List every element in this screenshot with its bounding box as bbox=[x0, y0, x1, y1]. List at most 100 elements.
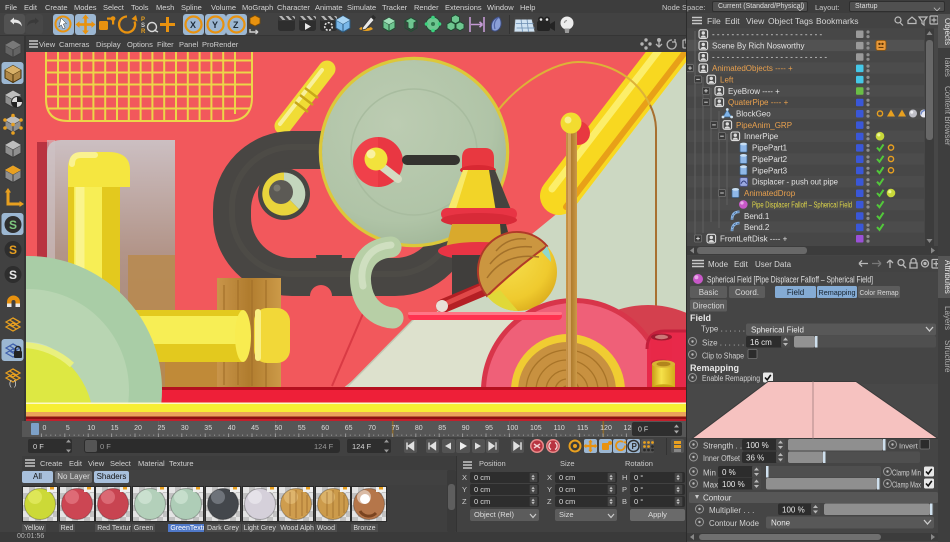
svg-text:InnerPipe: InnerPipe bbox=[744, 132, 779, 141]
svg-text:0 F: 0 F bbox=[638, 427, 648, 434]
svg-text:AnimatedDrop: AnimatedDrop bbox=[744, 189, 796, 198]
svg-text:124 F: 124 F bbox=[352, 442, 372, 451]
svg-text:- - - - - - - - - - - - - - -: - - - - - - - - - - - - - - - - - - - - … bbox=[712, 53, 827, 62]
svg-text:File: File bbox=[707, 16, 721, 26]
svg-text:PipePart1: PipePart1 bbox=[752, 144, 788, 153]
svg-text:S: S bbox=[9, 218, 17, 232]
svg-text:Objects: Objects bbox=[943, 18, 950, 45]
svg-text:Size . . . . . . . .: Size . . . . . . . . bbox=[702, 339, 753, 348]
svg-text:Mode: Mode bbox=[708, 260, 729, 269]
svg-text:Bookmarks: Bookmarks bbox=[816, 16, 859, 26]
svg-text:EyeBrow ---- +: EyeBrow ---- + bbox=[728, 87, 780, 96]
svg-text:85: 85 bbox=[438, 425, 446, 432]
svg-text:Contour Mode: Contour Mode bbox=[709, 519, 760, 528]
svg-text:- - - - - - - - - - - - - - -: - - - - - - - - - - - - - - - - - - - - … bbox=[712, 30, 823, 39]
svg-text:Clip to Shape: Clip to Shape bbox=[702, 352, 744, 361]
svg-text:115: 115 bbox=[577, 425, 588, 432]
svg-text:100 %: 100 % bbox=[782, 506, 805, 515]
svg-text:PipePart2: PipePart2 bbox=[752, 155, 788, 164]
svg-text:100 %: 100 % bbox=[722, 480, 745, 489]
svg-text:Spherical Field [Pipe Displace: Spherical Field [Pipe Displacer Falloff … bbox=[707, 275, 873, 285]
svg-text:100 %: 100 % bbox=[746, 441, 769, 450]
svg-text:FrontLeftDisk ---- +: FrontLeftDisk ---- + bbox=[720, 235, 788, 244]
svg-text:QuaterPipe ---- +: QuaterPipe ---- + bbox=[728, 98, 789, 107]
svg-text:95: 95 bbox=[485, 425, 493, 432]
svg-text:BlockGeo: BlockGeo bbox=[736, 110, 771, 119]
svg-text:0: 0 bbox=[42, 425, 46, 432]
svg-text:Edit: Edit bbox=[734, 260, 749, 269]
svg-text:Contour: Contour bbox=[703, 494, 732, 503]
svg-text:Remapping: Remapping bbox=[819, 288, 856, 297]
svg-text:Direction: Direction bbox=[693, 302, 725, 311]
svg-text:45: 45 bbox=[251, 425, 259, 432]
svg-text:0 F: 0 F bbox=[100, 442, 111, 451]
svg-text:90: 90 bbox=[462, 425, 470, 432]
svg-text:Min: Min bbox=[703, 469, 716, 478]
svg-text:Coord.: Coord. bbox=[735, 288, 759, 297]
svg-text:Color Remap: Color Remap bbox=[860, 288, 899, 297]
svg-text:Object: Object bbox=[768, 16, 793, 26]
svg-text:124 F: 124 F bbox=[314, 442, 334, 451]
svg-text:65: 65 bbox=[345, 425, 353, 432]
svg-text:Remapping: Remapping bbox=[690, 363, 739, 373]
svg-text:35: 35 bbox=[204, 425, 212, 432]
svg-text:( ): ( ) bbox=[9, 379, 17, 388]
svg-text:Type . . . . . . .: Type . . . . . . . bbox=[701, 325, 749, 334]
svg-text:Pipe Displacer Falloff – Spher: Pipe Displacer Falloff – Spherical Field bbox=[752, 200, 852, 209]
svg-text:50: 50 bbox=[275, 425, 283, 432]
svg-text:S: S bbox=[9, 243, 17, 257]
svg-text:Field: Field bbox=[787, 288, 804, 297]
svg-text:5: 5 bbox=[66, 425, 70, 432]
svg-text:Layers: Layers bbox=[943, 306, 950, 330]
svg-text:Content Browser: Content Browser bbox=[943, 86, 950, 146]
svg-text:100: 100 bbox=[507, 425, 519, 432]
svg-text:40: 40 bbox=[228, 425, 236, 432]
svg-text:Bend.2: Bend.2 bbox=[744, 223, 770, 232]
svg-text:0 %: 0 % bbox=[722, 468, 736, 477]
svg-text:15: 15 bbox=[111, 425, 119, 432]
svg-text:R: R bbox=[141, 29, 146, 35]
svg-text:Strength . .: Strength . . bbox=[703, 442, 742, 451]
svg-text:Clamp Max: Clamp Max bbox=[892, 481, 921, 490]
svg-text:Basic: Basic bbox=[699, 288, 719, 297]
svg-text:View: View bbox=[746, 16, 765, 26]
svg-text:Scene By Rich Nosworthy: Scene By Rich Nosworthy bbox=[712, 41, 804, 50]
svg-text:Bend.1: Bend.1 bbox=[744, 212, 770, 221]
svg-text:Tags: Tags bbox=[795, 16, 813, 26]
svg-text:PipePart3: PipePart3 bbox=[752, 166, 788, 175]
svg-text:105: 105 bbox=[530, 425, 542, 432]
svg-text:Attributes: Attributes bbox=[943, 260, 950, 294]
svg-text:Z: Z bbox=[233, 20, 239, 30]
svg-text:PipeAnim_GRP: PipeAnim_GRP bbox=[736, 121, 792, 130]
svg-text:Field: Field bbox=[690, 313, 711, 323]
svg-text:16 cm: 16 cm bbox=[750, 338, 772, 347]
svg-text:Left: Left bbox=[720, 75, 734, 84]
svg-text:Enable Remapping: Enable Remapping bbox=[702, 374, 760, 383]
svg-text:AnimatedObjects ---- +: AnimatedObjects ---- + bbox=[712, 64, 793, 73]
svg-text:30: 30 bbox=[181, 425, 189, 432]
svg-text:Invert: Invert bbox=[899, 442, 919, 451]
svg-text:0 F: 0 F bbox=[33, 442, 44, 451]
svg-text:80: 80 bbox=[415, 425, 423, 432]
svg-text:S: S bbox=[9, 268, 17, 282]
svg-text:Edit: Edit bbox=[725, 16, 740, 26]
svg-text:10: 10 bbox=[87, 425, 95, 432]
svg-text:25: 25 bbox=[158, 425, 166, 432]
svg-text:Spherical Field: Spherical Field bbox=[751, 326, 804, 335]
svg-text:120: 120 bbox=[600, 425, 612, 432]
svg-text:User Data: User Data bbox=[755, 260, 792, 269]
svg-text:36 %: 36 % bbox=[746, 454, 764, 463]
svg-text:70: 70 bbox=[368, 425, 376, 432]
svg-text:P: P bbox=[632, 442, 638, 451]
svg-text:Structure: Structure bbox=[943, 340, 950, 373]
svg-text:Max: Max bbox=[703, 481, 718, 490]
svg-text:Inner Offset: Inner Offset bbox=[703, 454, 741, 463]
svg-text:110: 110 bbox=[554, 425, 565, 432]
svg-text:55: 55 bbox=[298, 425, 306, 432]
svg-text:X: X bbox=[190, 20, 196, 30]
svg-text:Multiplier . . .: Multiplier . . . bbox=[709, 506, 754, 515]
svg-text:Clamp Min: Clamp Min bbox=[892, 469, 921, 478]
svg-text:Displacer - push out pipe: Displacer - push out pipe bbox=[752, 178, 839, 187]
svg-text:60: 60 bbox=[321, 425, 329, 432]
svg-text:20: 20 bbox=[134, 425, 142, 432]
